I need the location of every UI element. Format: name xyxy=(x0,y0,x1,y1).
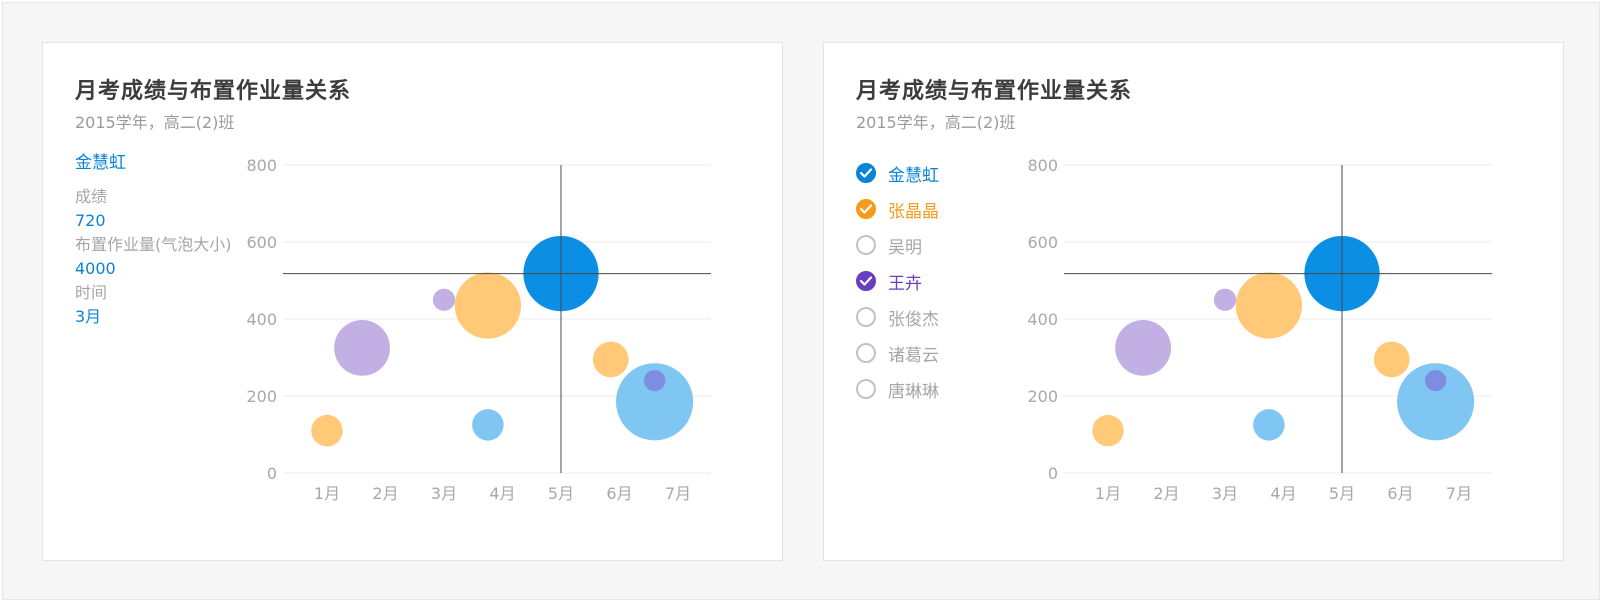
checked-circle-icon[interactable] xyxy=(856,199,876,219)
x-tick-label: 2月 xyxy=(1153,484,1179,503)
unchecked-circle-icon[interactable] xyxy=(856,235,876,255)
chart-tooltip: 金慧虹 成绩 720 布置作业量(气泡大小) 4000 时间 3月 xyxy=(75,151,275,329)
y-tick-label: 800 xyxy=(1027,156,1058,175)
x-tick-label: 5月 xyxy=(548,484,574,503)
legend-item[interactable]: 张晶晶 xyxy=(856,197,939,222)
x-tick-label: 3月 xyxy=(431,484,457,503)
y-tick-label: 200 xyxy=(1027,387,1058,406)
bubble[interactable] xyxy=(334,319,391,376)
bubble[interactable] xyxy=(1253,409,1285,441)
bubble[interactable] xyxy=(1235,272,1303,339)
y-tick-label: 400 xyxy=(1027,310,1058,329)
chart-card-right: 月考成绩与布置作业量关系 2015学年，高二(2)班 0 200 400 600 800… xyxy=(823,42,1564,561)
tooltip-time-value: 3月 xyxy=(75,307,102,326)
tooltip-score-label: 成绩 xyxy=(75,187,108,206)
legend-item[interactable]: 王卉 xyxy=(856,269,939,294)
legend-label: 张俊杰 xyxy=(888,309,939,330)
bubble[interactable] xyxy=(311,414,343,447)
bubble[interactable] xyxy=(643,369,666,392)
tooltip-time-label: 时间 xyxy=(75,283,108,302)
x-tick-label: 6月 xyxy=(606,484,632,503)
bubble[interactable] xyxy=(1115,319,1172,376)
legend-label: 王卉 xyxy=(888,273,922,294)
x-tick-label: 7月 xyxy=(1446,484,1472,503)
series-legend: 金慧虹张晶晶吴明王卉张俊杰诸葛云唐琳琳 xyxy=(856,161,939,413)
tooltip-score-value: 720 xyxy=(75,211,106,230)
legend-item[interactable]: 张俊杰 xyxy=(856,305,939,330)
x-tick-label: 6月 xyxy=(1387,484,1413,503)
bubble[interactable] xyxy=(472,409,504,441)
x-tick-label: 4月 xyxy=(1270,484,1296,503)
legend-label: 金慧虹 xyxy=(888,165,939,186)
legend-label: 诸葛云 xyxy=(888,345,939,366)
legend-item[interactable]: 唐琳琳 xyxy=(856,377,939,402)
tooltip-student-name: 金慧虹 xyxy=(75,153,126,173)
bubble[interactable] xyxy=(432,288,456,311)
x-tick-label: 4月 xyxy=(489,484,515,503)
unchecked-circle-icon[interactable] xyxy=(856,379,876,399)
bubble[interactable] xyxy=(592,341,629,378)
x-tick-label: 3月 xyxy=(1212,484,1238,503)
legend-label: 唐琳琳 xyxy=(888,381,939,402)
bubble[interactable] xyxy=(1373,341,1410,378)
bubble[interactable] xyxy=(1213,288,1237,311)
legend-item[interactable]: 金慧虹 xyxy=(856,161,939,186)
legend-item[interactable]: 诸葛云 xyxy=(856,341,939,366)
checked-circle-icon[interactable] xyxy=(856,271,876,291)
x-tick-label: 1月 xyxy=(314,484,340,503)
legend-item[interactable]: 吴明 xyxy=(856,233,939,258)
checked-circle-icon[interactable] xyxy=(856,163,876,183)
x-tick-label: 5月 xyxy=(1329,484,1355,503)
legend-label: 张晶晶 xyxy=(888,201,939,222)
legend-label: 吴明 xyxy=(888,237,922,258)
x-tick-label: 7月 xyxy=(665,484,691,503)
bubble[interactable] xyxy=(1424,369,1447,392)
chart-card-left: 月考成绩与布置作业量关系 2015学年，高二(2)班 0 200 400 600 800… xyxy=(42,42,783,561)
y-tick-label: 200 xyxy=(246,387,277,406)
unchecked-circle-icon[interactable] xyxy=(856,343,876,363)
tooltip-homework-value: 4000 xyxy=(75,259,116,278)
x-tick-label: 1月 xyxy=(1095,484,1121,503)
y-tick-label: 0 xyxy=(1048,464,1058,483)
y-tick-label: 600 xyxy=(1027,233,1058,252)
unchecked-circle-icon[interactable] xyxy=(856,307,876,327)
bubble[interactable] xyxy=(1092,414,1124,447)
bubble[interactable] xyxy=(454,272,522,339)
x-tick-label: 2月 xyxy=(372,484,398,503)
y-tick-label: 0 xyxy=(267,464,277,483)
tooltip-homework-label: 布置作业量(气泡大小) xyxy=(75,235,232,254)
